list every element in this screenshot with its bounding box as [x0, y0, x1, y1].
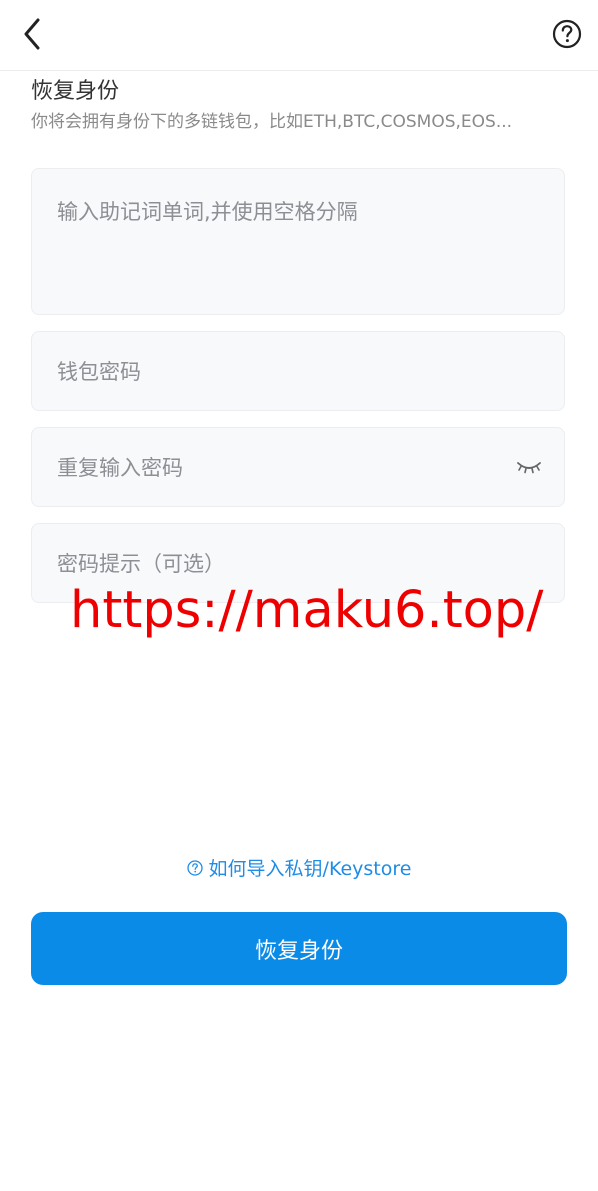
- password-field: [31, 331, 565, 411]
- eye-closed-icon: [517, 462, 541, 474]
- question-circle-icon: [552, 19, 582, 49]
- restore-identity-button[interactable]: 恢复身份: [31, 912, 567, 985]
- top-bar: [0, 0, 598, 71]
- mnemonic-input[interactable]: [57, 197, 542, 297]
- page-subtitle: 你将会拥有身份下的多链钱包，比如ETH,BTC,COSMOS,EOS...: [31, 112, 513, 132]
- import-help-label: 如何导入私钥/Keystore: [208, 858, 412, 880]
- question-circle-icon: [186, 860, 203, 876]
- help-button[interactable]: [550, 17, 584, 51]
- chevron-left-icon: [24, 18, 40, 50]
- import-help-link[interactable]: 如何导入私钥/Keystore: [0, 855, 598, 883]
- page-title: 恢复身份: [31, 79, 120, 104]
- watermark-url: https://maku6.top/: [70, 581, 544, 640]
- password-input[interactable]: [57, 356, 497, 388]
- password-hint-input[interactable]: [57, 548, 497, 580]
- toggle-visibility-button[interactable]: [514, 454, 544, 480]
- repeat-password-input[interactable]: [57, 452, 497, 484]
- back-button[interactable]: [14, 14, 50, 54]
- mnemonic-field: [31, 168, 565, 315]
- repeat-password-field: [31, 427, 565, 507]
